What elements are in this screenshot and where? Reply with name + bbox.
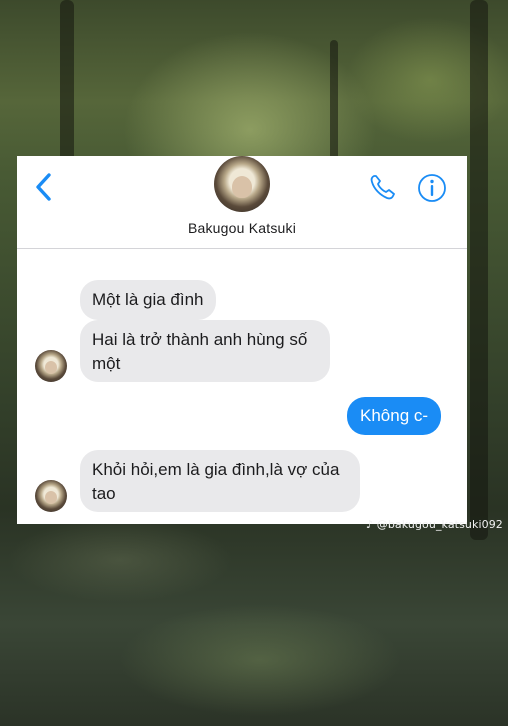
watermark-text: @bakugou_katsuki092 (376, 518, 503, 531)
info-icon[interactable] (417, 173, 447, 203)
contact-avatar-small[interactable] (35, 350, 67, 382)
message-bubble-outgoing[interactable]: Không c- (347, 397, 442, 435)
message-bubble-incoming[interactable]: Một là gia đình (80, 280, 216, 320)
tree-trunk (470, 0, 488, 540)
message-bubble-incoming[interactable]: Khỏi hỏi,em là gia đình,là vợ của tao (80, 450, 360, 512)
chat-header: Bakugou Katsuki (17, 156, 467, 249)
avatar-face (45, 491, 57, 504)
chat-window: Bakugou Katsuki Một là gia đình Hai là t… (17, 156, 467, 524)
contact-avatar[interactable] (214, 156, 270, 212)
tiktok-icon: ♪ (366, 518, 374, 531)
phone-icon[interactable] (368, 172, 398, 202)
message-bubble-incoming[interactable]: Hai là trở thành anh hùng số một (80, 320, 330, 382)
avatar-face (232, 176, 252, 198)
watermark: ♪ @bakugou_katsuki092 (366, 518, 503, 531)
avatar-face (45, 361, 57, 374)
chevron-left-icon[interactable] (31, 170, 57, 204)
contact-avatar-small[interactable] (35, 480, 67, 512)
contact-name[interactable]: Bakugou Katsuki (17, 220, 467, 236)
